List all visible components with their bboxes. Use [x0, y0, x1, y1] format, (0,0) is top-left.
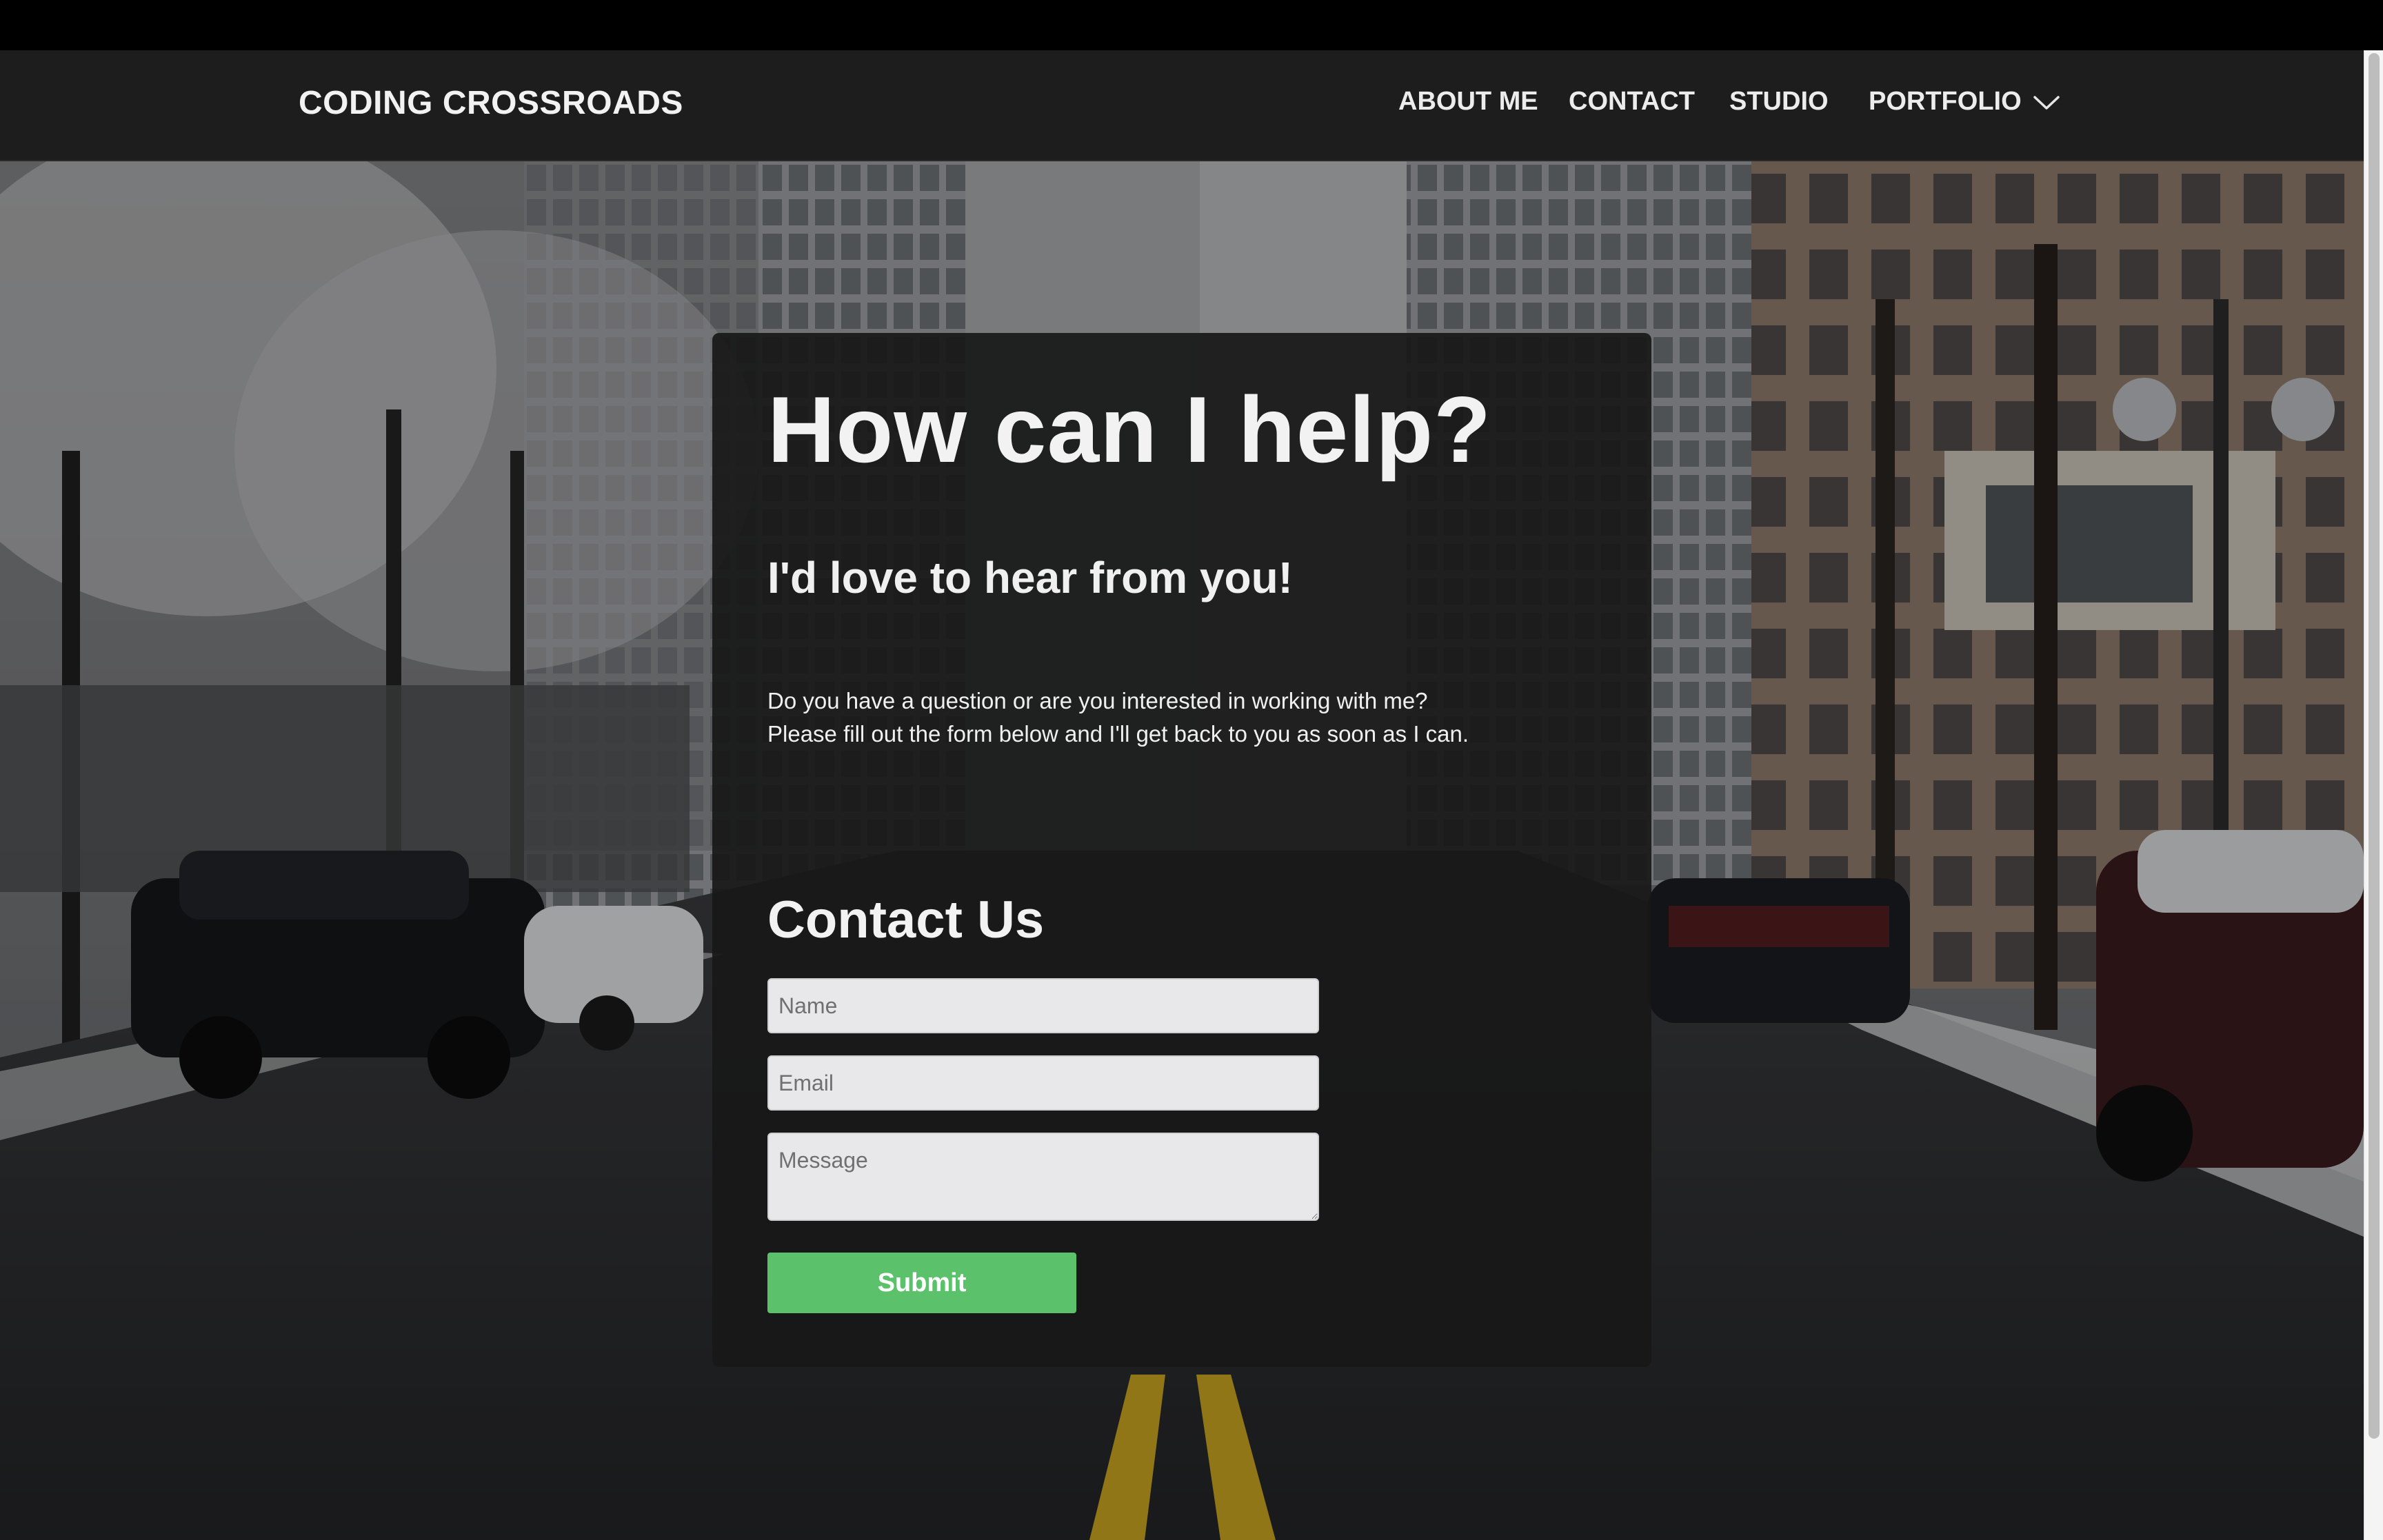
- intro-text: Do you have a question or are you intere…: [767, 688, 1469, 747]
- contact-form-title: Contact Us: [767, 891, 1045, 949]
- page-subtitle: I'd love to hear from you!: [767, 553, 1293, 602]
- nav-item-portfolio[interactable]: PORTFOLIO: [1869, 87, 2022, 116]
- navbar: CODING CROSSROADS ABOUT ME CONTACT STUDI…: [0, 50, 2364, 161]
- nav-item-about-me[interactable]: ABOUT ME: [1398, 87, 1538, 116]
- message-textarea[interactable]: [767, 1133, 1319, 1221]
- vertical-scrollbar[interactable]: [2364, 50, 2383, 1540]
- page-title: How can I help?: [767, 377, 1492, 482]
- submit-button[interactable]: Submit: [767, 1253, 1076, 1313]
- scrollbar-thumb[interactable]: [2369, 53, 2380, 1439]
- name-input[interactable]: [767, 978, 1319, 1033]
- site-logo-text[interactable]: CODING CROSSROADS: [299, 84, 683, 122]
- contact-card: How can I help? I'd love to hear from yo…: [712, 333, 1651, 1367]
- nav-item-studio[interactable]: STUDIO: [1729, 87, 1829, 116]
- nav-item-contact[interactable]: CONTACT: [1569, 87, 1695, 116]
- chevron-down-icon[interactable]: [2033, 93, 2060, 112]
- browser-top-strip: [0, 0, 2383, 50]
- email-input[interactable]: [767, 1055, 1319, 1111]
